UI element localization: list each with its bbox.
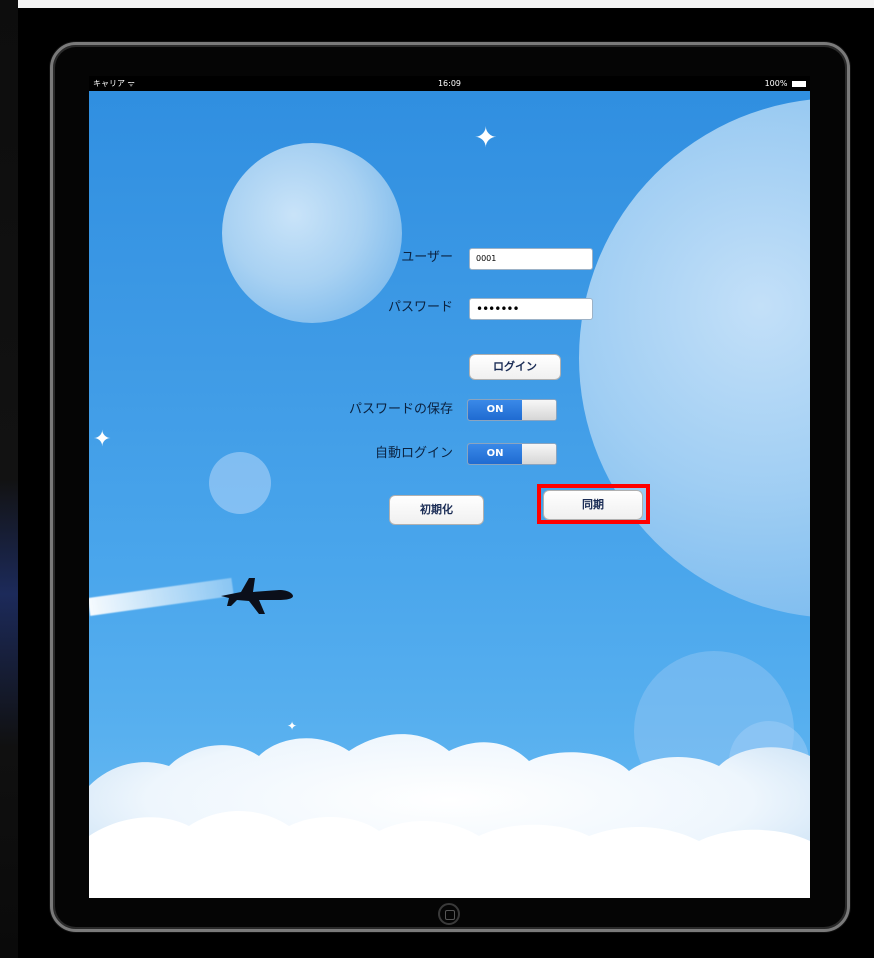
clouds [89, 734, 810, 898]
moon-small [222, 143, 402, 323]
password-input[interactable]: ••••••• [469, 298, 593, 320]
battery-icon [792, 80, 806, 87]
toggle-on-label: ON [468, 400, 522, 420]
login-button[interactable]: ログイン [469, 354, 561, 380]
app-screen: キャリア ᯤ 16:09 100% ✦ ✦ ✦ ユーザー 0001 パスワード … [89, 76, 810, 898]
auto-login-label: 自動ログイン [374, 446, 453, 461]
password-label: パスワード [387, 300, 453, 315]
user-input[interactable]: 0001 [469, 248, 593, 270]
sparkle-icon: ✦ [93, 427, 112, 452]
left-strip [0, 0, 18, 958]
top-strip [0, 0, 874, 8]
save-password-toggle[interactable]: ON [467, 399, 557, 421]
status-bar: キャリア ᯤ 16:09 100% [89, 76, 810, 91]
stage: キャリア ᯤ 16:09 100% ✦ ✦ ✦ ユーザー 0001 パスワード … [0, 0, 874, 958]
status-time: 16:09 [437, 79, 462, 88]
user-label: ユーザー [401, 250, 453, 265]
sparkle-icon: ✦ [474, 121, 498, 154]
home-button-icon[interactable] [438, 903, 460, 925]
sync-highlight-box [537, 484, 650, 524]
bokeh-light [209, 452, 271, 514]
toggle-knob [522, 400, 556, 420]
save-password-label: パスワードの保存 [348, 402, 453, 417]
airplane-icon [221, 578, 293, 614]
auto-login-toggle[interactable]: ON [467, 443, 557, 465]
initialize-button[interactable]: 初期化 [389, 495, 484, 525]
battery-percent: 100% [764, 79, 788, 88]
toggle-on-label: ON [468, 444, 522, 464]
moon-large [579, 98, 810, 618]
battery-group: 100% [765, 76, 806, 91]
toggle-knob [522, 444, 556, 464]
contrail [89, 577, 234, 616]
